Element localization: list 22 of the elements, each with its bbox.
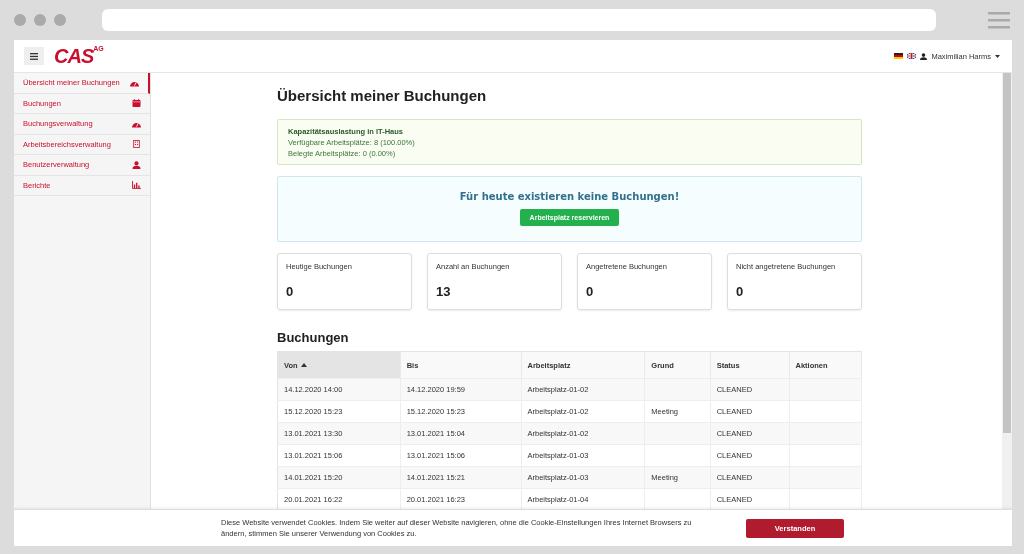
menu-button[interactable] bbox=[24, 47, 44, 65]
stat-value: 0 bbox=[736, 284, 745, 301]
scrollbar[interactable] bbox=[1002, 73, 1012, 510]
flag-icon[interactable] bbox=[907, 53, 917, 59]
building-icon bbox=[132, 140, 141, 149]
user-icon bbox=[132, 160, 141, 169]
section-title: Buchungen bbox=[277, 330, 350, 345]
bar-chart-icon bbox=[132, 181, 141, 190]
sort-up-icon bbox=[300, 363, 307, 367]
stat-value: 13 bbox=[436, 284, 452, 301]
window-dot bbox=[54, 14, 66, 26]
window-dot bbox=[14, 14, 26, 26]
user-icon bbox=[920, 52, 928, 60]
flag-icon[interactable] bbox=[894, 53, 904, 59]
caret-icon[interactable] bbox=[995, 54, 1000, 58]
stat-value: 0 bbox=[586, 284, 595, 301]
menu-icon bbox=[30, 52, 38, 60]
page-title: Übersicht meiner Buchungen bbox=[277, 87, 488, 104]
window-dot bbox=[34, 14, 46, 26]
stat-value: 0 bbox=[286, 284, 295, 301]
calendar-icon bbox=[132, 99, 141, 108]
notice-message: Für heute existieren keine Buchungen! bbox=[459, 191, 680, 202]
